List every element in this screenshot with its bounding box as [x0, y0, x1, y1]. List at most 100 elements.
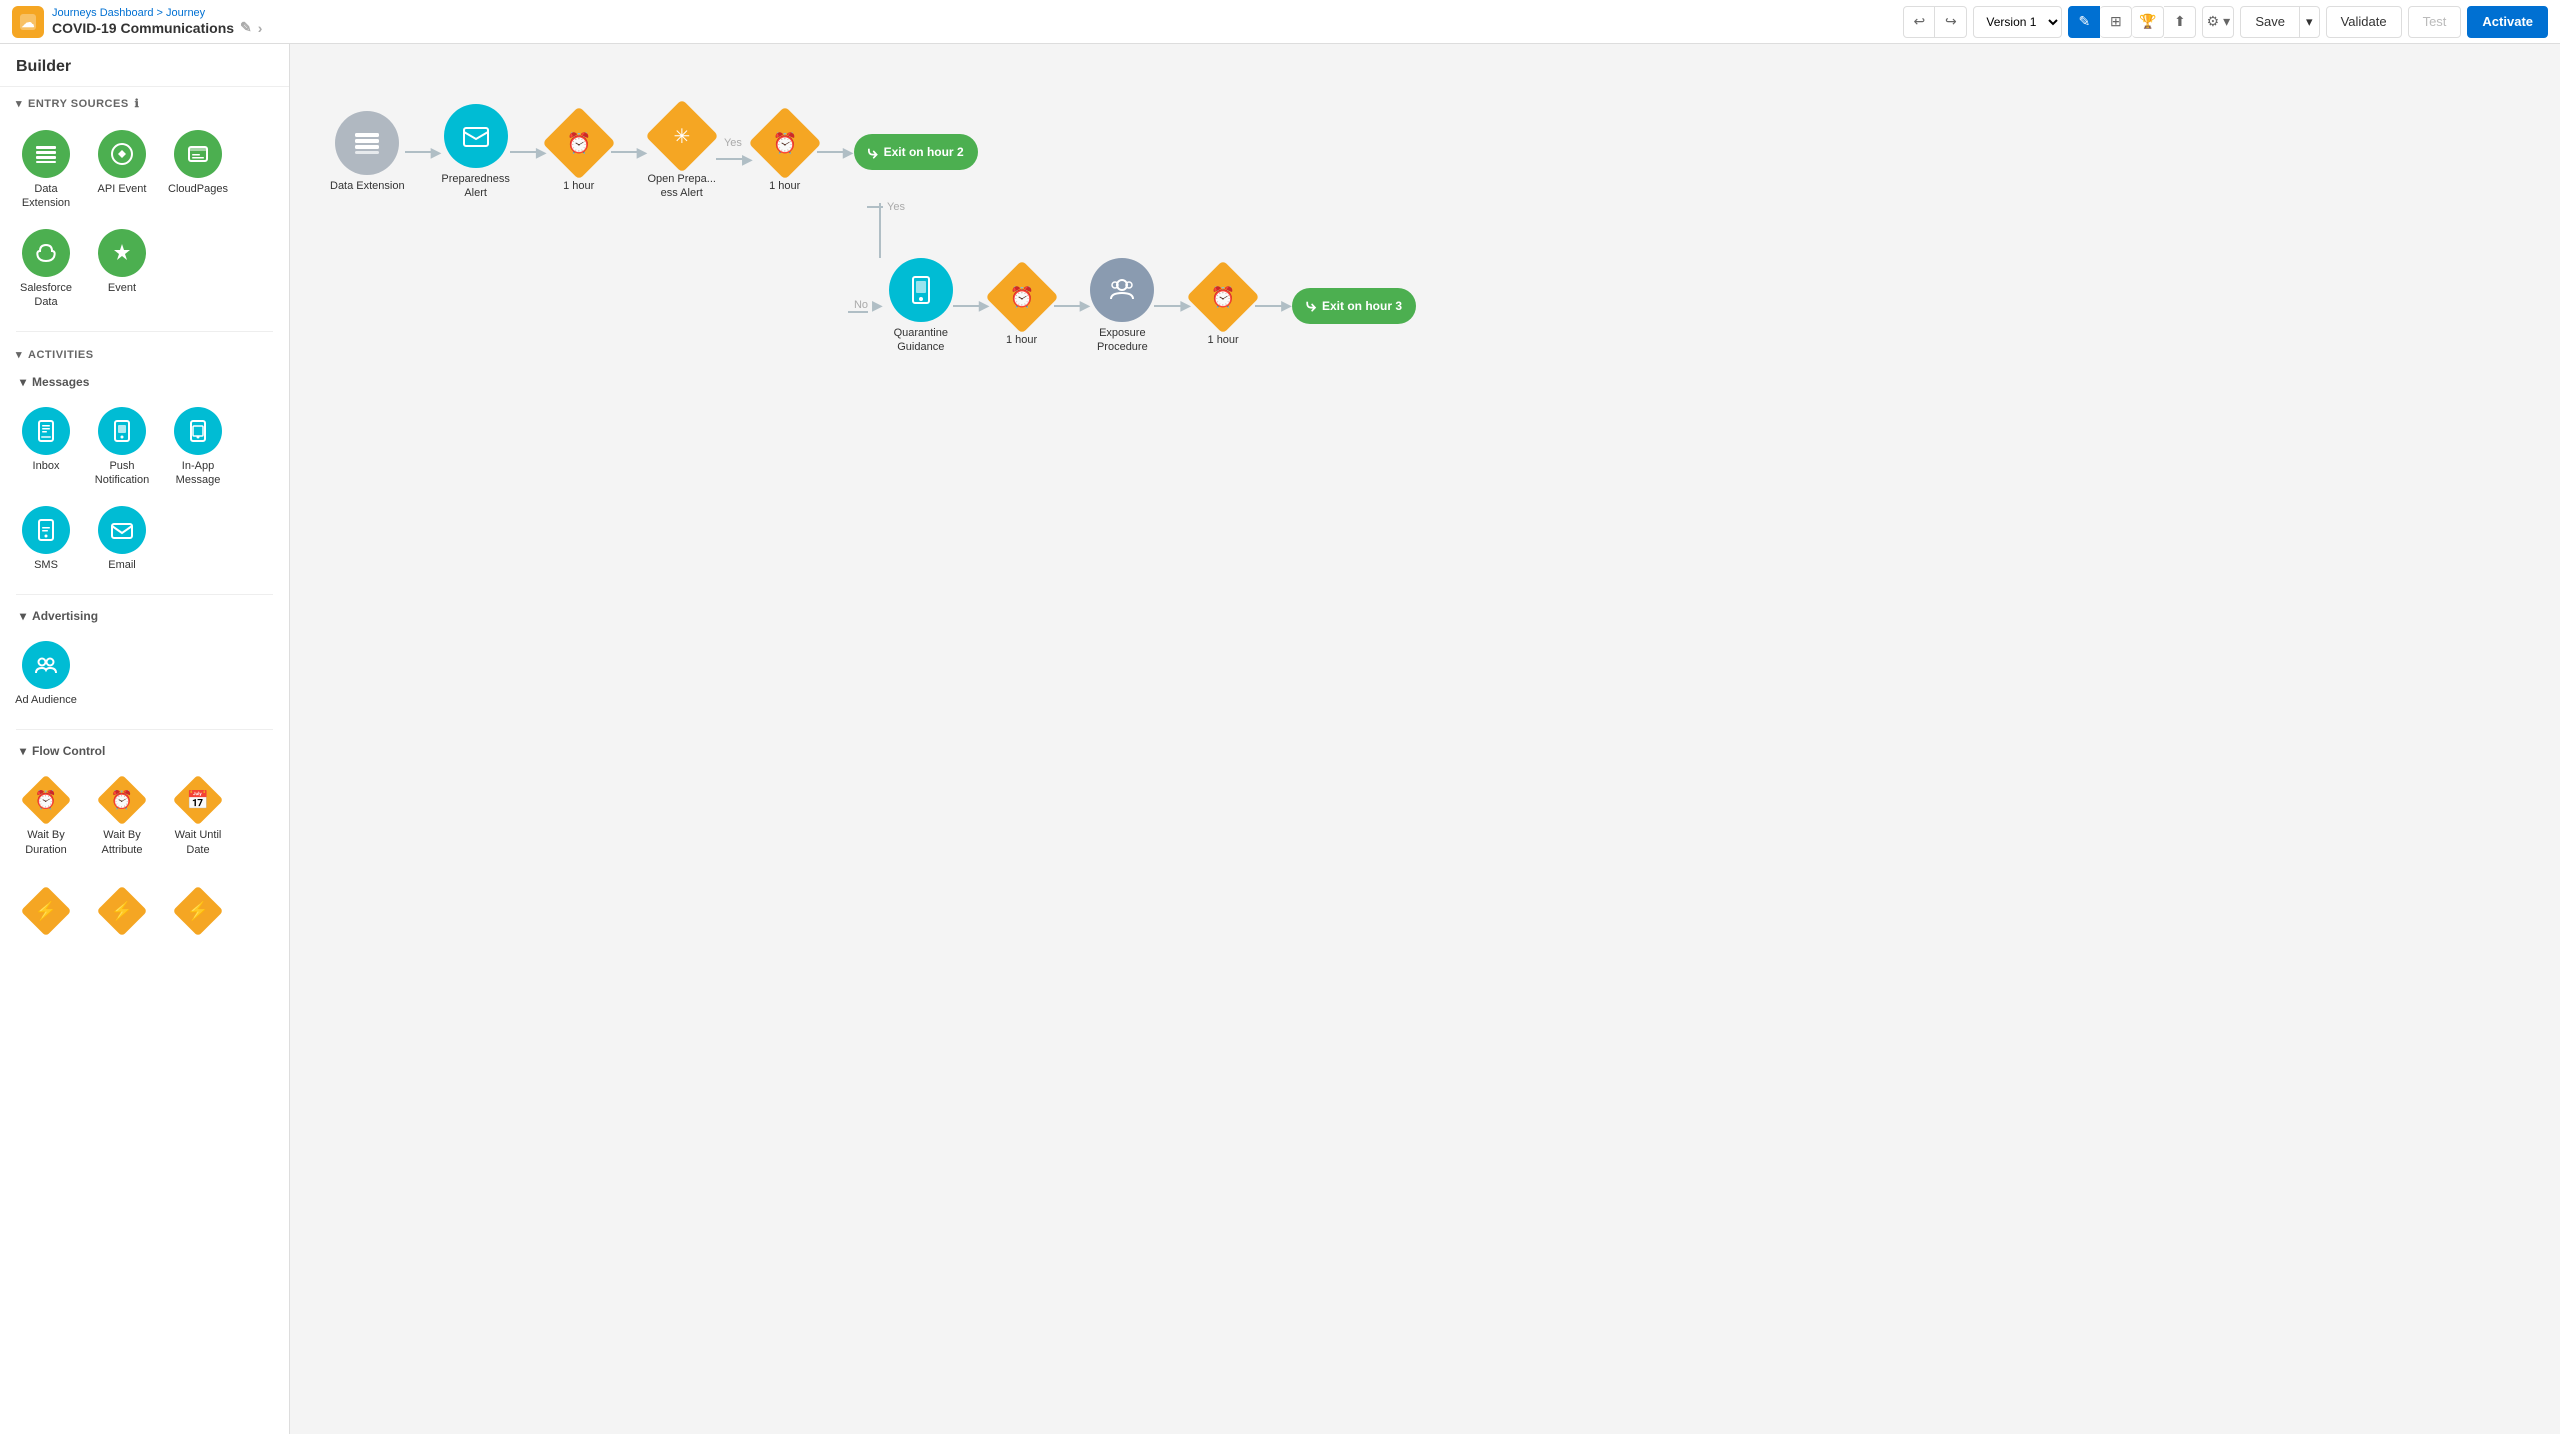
activity-email[interactable]: Email	[86, 498, 158, 578]
node-quarantine[interactable]: QuarantineGuidance	[889, 258, 953, 355]
wait-4-diamond: ⏰	[1186, 260, 1260, 334]
node-data-extension[interactable]: Data Extension	[330, 111, 405, 193]
wait-date-diamond: 📅	[173, 775, 224, 826]
flow-control-subsection[interactable]: ▾ Flow Control	[0, 736, 289, 762]
wait-attribute-diamond: ⏰	[97, 775, 148, 826]
save-dropdown-button[interactable]: ▾	[2300, 6, 2320, 38]
save-button[interactable]: Save	[2240, 6, 2300, 38]
exit-3-label: Exit on hour 3	[1322, 299, 1402, 313]
inapp-icon	[174, 407, 222, 455]
gear-button[interactable]: ⚙ ▾	[2202, 6, 2234, 38]
advertising-label: Advertising	[32, 609, 98, 623]
template-button[interactable]: ⊞	[2100, 6, 2132, 38]
advertising-caret: ▾	[20, 609, 26, 623]
exit-2-icon: ⤷	[868, 142, 878, 163]
redo-button[interactable]: ↪	[1935, 6, 1967, 38]
messages-caret: ▾	[20, 375, 26, 389]
no-tag: No	[848, 299, 868, 313]
node-exit-2[interactable]: ⤷ Exit on hour 2	[854, 134, 978, 170]
flow-5-diamond: ⚡	[97, 886, 148, 937]
connector-4: ▶	[716, 151, 753, 168]
wait-1-icon: ⏰	[566, 131, 591, 156]
activity-ad-audience[interactable]: Ad Audience	[10, 633, 82, 713]
entry-sources-section[interactable]: ▾ ENTRY SOURCES ℹ	[0, 87, 289, 116]
activity-wait-attribute[interactable]: ⏰ Wait By Attribute	[86, 768, 158, 863]
messages-grid: Inbox Push Notification In-App Message S…	[0, 393, 289, 588]
undo-button[interactable]: ↩	[1903, 6, 1935, 38]
activity-sms[interactable]: SMS	[10, 498, 82, 578]
node-wait-3[interactable]: ⏰ 1 hour	[990, 265, 1054, 347]
advertising-subsection[interactable]: ▾ Advertising	[0, 601, 289, 627]
edit-title-icon[interactable]: ✎	[240, 19, 252, 36]
event-label: Event	[108, 281, 136, 295]
wait-1-label: 1 hour	[563, 179, 594, 193]
flow-6-diamond: ⚡	[173, 886, 224, 937]
exit-2-label: Exit on hour 2	[884, 145, 964, 159]
activity-flow-4[interactable]: ⚡	[10, 879, 82, 941]
flow-control-grid: ⏰ Wait By Duration ⏰ Wait By Attribute 📅	[0, 762, 289, 873]
topbar-controls: ↩ ↪ Version 1 ✎ ⊞ 🏆 ⬆ ⚙ ▾ Save ▾ Validat…	[1903, 6, 2548, 38]
node-exit-3[interactable]: ⤷ Exit on hour 3	[1292, 288, 1416, 324]
inbox-label: Inbox	[33, 459, 60, 473]
data-extension-circle	[335, 111, 399, 175]
activity-flow-5[interactable]: ⚡	[86, 879, 158, 941]
connector-2: ▶	[510, 144, 547, 161]
wait-attribute-label: Wait By Attribute	[90, 828, 154, 857]
trophy-button[interactable]: 🏆	[2132, 6, 2164, 38]
activity-wait-duration[interactable]: ⏰ Wait By Duration	[10, 768, 82, 863]
entry-api-event[interactable]: API Event	[86, 122, 158, 217]
test-button[interactable]: Test	[2408, 6, 2462, 38]
node-open-prep[interactable]: ✳ Open Prepa...ess Alert	[647, 104, 716, 201]
entry-sources-grid: Data Extension API Event CloudPages Sale…	[0, 116, 289, 325]
node-exposure[interactable]: ExposureProcedure	[1090, 258, 1154, 355]
activities-label: ACTIVITIES	[28, 349, 94, 361]
activity-push[interactable]: Push Notification	[86, 399, 158, 494]
svg-text:☁: ☁	[22, 15, 35, 30]
activity-flow-6[interactable]: ⚡	[162, 879, 234, 941]
node-wait-2[interactable]: ⏰ 1 hour	[753, 111, 817, 193]
topbar: ☁ Journeys Dashboard > Journey COVID-19 …	[0, 0, 2560, 44]
main-layout: Builder ▾ ENTRY SOURCES ℹ Data Extension…	[0, 44, 2560, 1434]
validate-button[interactable]: Validate	[2326, 6, 2402, 38]
breadcrumb: Journeys Dashboard > Journey COVID-19 Co…	[52, 7, 262, 36]
no-branch-flow: No ▶ QuarantineGuidance	[848, 258, 1416, 355]
event-icon	[98, 229, 146, 277]
flow-4-icon-wrap: ⚡	[22, 887, 70, 935]
divider-1	[16, 331, 273, 332]
entry-event[interactable]: Event	[86, 221, 158, 316]
wait-1-diamond-wrap: ⏰	[547, 111, 611, 175]
activity-inapp[interactable]: In-App Message	[162, 399, 234, 494]
connector-no-4: ▶	[1154, 297, 1191, 314]
wait-1-diamond: ⏰	[542, 106, 616, 180]
breadcrumb-chevron[interactable]: ›	[258, 20, 263, 36]
salesforce-data-icon	[22, 229, 70, 277]
ad-audience-label: Ad Audience	[15, 693, 77, 707]
flow-4-diamond: ⚡	[21, 886, 72, 937]
edit-mode-button[interactable]: ✎	[2068, 6, 2100, 38]
activity-wait-date[interactable]: 📅 Wait Until Date	[162, 768, 234, 863]
wait-2-diamond: ⏰	[748, 106, 822, 180]
canvas[interactable]: Data Extension ▶ PreparednessAlert	[290, 44, 2560, 1434]
breadcrumb-top[interactable]: Journeys Dashboard > Journey	[52, 7, 262, 19]
node-wait-4[interactable]: ⏰ 1 hour	[1191, 265, 1255, 347]
wait-2-icon: ⏰	[772, 131, 797, 156]
entry-data-extension[interactable]: Data Extension	[10, 122, 82, 217]
quarantine-circle	[889, 258, 953, 322]
entry-salesforce-data[interactable]: Salesforce Data	[10, 221, 82, 316]
exit-3-icon: ⤷	[1306, 295, 1316, 316]
activities-section[interactable]: ▾ ACTIVITIES	[0, 338, 289, 367]
exit-3-badge: ⤷ Exit on hour 3	[1292, 288, 1416, 324]
version-select[interactable]: Version 1	[1973, 6, 2062, 38]
no-branch-row: No ▶ QuarantineGuidance	[330, 203, 2520, 355]
entry-cloudpages[interactable]: CloudPages	[162, 122, 234, 217]
exposure-circle	[1090, 258, 1154, 322]
export-button[interactable]: ⬆	[2164, 6, 2196, 38]
wait-4-label: 1 hour	[1208, 333, 1239, 347]
connector-no-2: ▶	[953, 297, 990, 314]
node-wait-1[interactable]: ⏰ 1 hour	[547, 111, 611, 193]
wait-3-diamond-wrap: ⏰	[990, 265, 1054, 329]
node-preparedness-alert[interactable]: PreparednessAlert	[441, 104, 510, 201]
activate-button[interactable]: Activate	[2467, 6, 2548, 38]
messages-subsection[interactable]: ▾ Messages	[0, 367, 289, 393]
activity-inbox[interactable]: Inbox	[10, 399, 82, 494]
